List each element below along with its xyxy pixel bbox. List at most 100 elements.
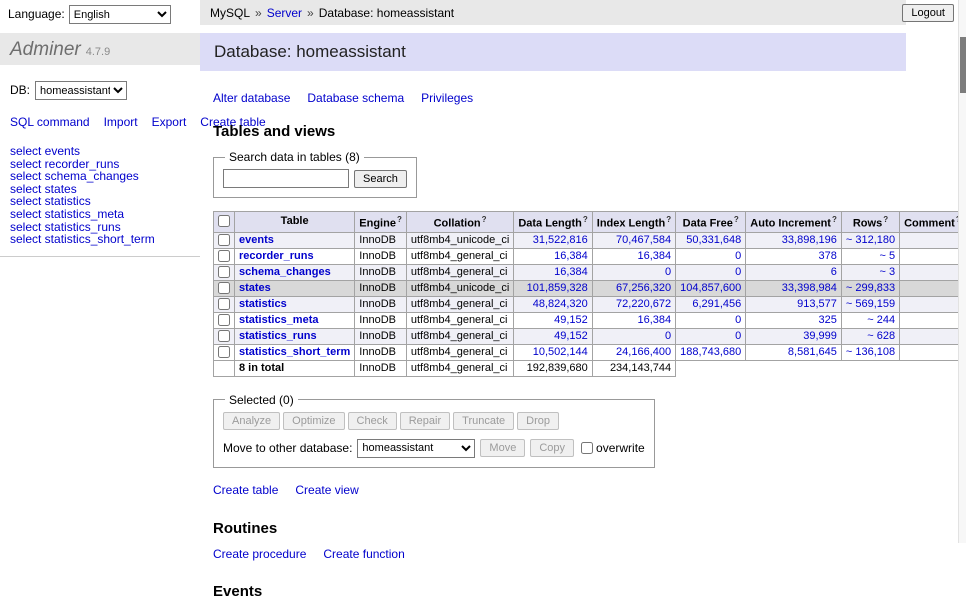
- table-link-statistics-runs[interactable]: statistics_runs: [239, 330, 317, 342]
- rows-cell: ~ 299,833: [841, 280, 899, 296]
- drop-button: Drop: [517, 412, 559, 430]
- total-data-length-cell: 192,839,680: [514, 360, 592, 376]
- comment-cell: [900, 312, 966, 328]
- row-checkbox-statistics-runs[interactable]: [218, 330, 230, 342]
- col-header-rows: Rows?: [841, 212, 899, 233]
- total-collation-cell: utf8mb4_general_ci: [406, 360, 513, 376]
- help-link[interactable]: ?: [397, 215, 402, 224]
- table-row: statisticsInnoDButf8mb4_general_ci48,824…: [214, 296, 966, 312]
- index-length-cell: 70,467,584: [592, 232, 675, 248]
- link-create-view[interactable]: Create view: [295, 483, 358, 497]
- help-link[interactable]: ?: [583, 215, 588, 224]
- data-length-cell: 101,859,328: [514, 280, 592, 296]
- app-version: 4.7.9: [86, 46, 110, 58]
- row-checkbox-statistics-meta[interactable]: [218, 314, 230, 326]
- engine-cell: InnoDB: [355, 248, 407, 264]
- optimize-button: Optimize: [283, 412, 344, 430]
- sidebar-item-select-schema-changes[interactable]: select schema_changes: [10, 170, 190, 183]
- link-create-procedure[interactable]: Create procedure: [213, 547, 306, 561]
- logout-button[interactable]: Logout: [902, 4, 954, 22]
- table-link-schema-changes[interactable]: schema_changes: [239, 266, 331, 278]
- data-length-cell: 49,152: [514, 328, 592, 344]
- help-link[interactable]: ?: [832, 215, 837, 224]
- comment-cell: [900, 280, 966, 296]
- link-create-table[interactable]: Create table: [213, 483, 278, 497]
- help-link[interactable]: ?: [666, 215, 671, 224]
- help-link[interactable]: ?: [482, 215, 487, 224]
- breadcrumb-server-link[interactable]: Server: [267, 6, 302, 20]
- sidebar-table-menu: select eventsselect recorder_runsselect …: [0, 145, 200, 257]
- db-action-privileges[interactable]: Privileges: [421, 91, 473, 105]
- db-select[interactable]: homeassistant: [35, 81, 127, 100]
- engine-cell: InnoDB: [355, 280, 407, 296]
- help-link[interactable]: ?: [734, 215, 739, 224]
- data-free-cell: 6,291,456: [676, 296, 746, 312]
- sidebar-item-select-statistics-short-term[interactable]: select statistics_short_term: [10, 233, 190, 246]
- search-input[interactable]: [223, 169, 349, 188]
- engine-cell: InnoDB: [355, 328, 407, 344]
- overwrite-checkbox[interactable]: [581, 442, 593, 454]
- row-checkbox-events[interactable]: [218, 234, 230, 246]
- sidebar-item-select-events[interactable]: select events: [10, 145, 190, 158]
- db-action-database-schema[interactable]: Database schema: [307, 91, 404, 105]
- sidebar-action-sql-command[interactable]: SQL command: [10, 115, 90, 129]
- breadcrumb-separator: »: [255, 6, 262, 20]
- col-header-auto-increment: Auto Increment?: [746, 212, 842, 233]
- row-checkbox-schema-changes[interactable]: [218, 266, 230, 278]
- move-button: Move: [480, 439, 525, 457]
- engine-cell: InnoDB: [355, 344, 407, 360]
- comment-cell: [900, 232, 966, 248]
- table-link-statistics-meta[interactable]: statistics_meta: [239, 314, 319, 326]
- sidebar-action-import[interactable]: Import: [104, 115, 138, 129]
- table-link-statistics[interactable]: statistics: [239, 298, 287, 310]
- collation-cell: utf8mb4_general_ci: [406, 312, 513, 328]
- sidebar-actions: SQL commandImportExportCreate table: [10, 114, 162, 131]
- overwrite-label: overwrite: [596, 441, 645, 455]
- top-bar: Language:English: [0, 0, 200, 26]
- table-link-statistics-short-term[interactable]: statistics_short_term: [239, 346, 350, 358]
- tables-overview-table: TableEngine?Collation?Data Length?Index …: [213, 211, 966, 377]
- help-link[interactable]: ?: [883, 215, 888, 224]
- db-action-alter-database[interactable]: Alter database: [213, 91, 290, 105]
- engine-cell: InnoDB: [355, 232, 407, 248]
- analyze-button: Analyze: [223, 412, 280, 430]
- data-free-cell: 50,331,648: [676, 232, 746, 248]
- move-db-select[interactable]: homeassistant: [357, 439, 475, 458]
- auto-increment-cell: 325: [746, 312, 842, 328]
- rows-cell: ~ 136,108: [841, 344, 899, 360]
- scrollbar-thumb[interactable]: [960, 37, 966, 93]
- row-checkbox-recorder-runs[interactable]: [218, 250, 230, 262]
- table-link-states[interactable]: states: [239, 282, 271, 294]
- row-checkbox-states[interactable]: [218, 282, 230, 294]
- routine-links: Create procedure Create function: [213, 547, 906, 561]
- truncate-button: Truncate: [453, 412, 514, 430]
- db-label: DB:: [10, 83, 30, 97]
- check-button: Check: [348, 412, 397, 430]
- total-index-length-cell: 234,143,744: [592, 360, 675, 376]
- table-link-recorder-runs[interactable]: recorder_runs: [239, 250, 314, 262]
- select-all-checkbox[interactable]: [218, 215, 230, 227]
- vertical-scrollbar[interactable]: [958, 0, 966, 543]
- breadcrumb-driver: MySQL: [210, 6, 250, 20]
- comment-cell: [900, 264, 966, 280]
- table-row: schema_changesInnoDButf8mb4_general_ci16…: [214, 264, 966, 280]
- link-create-function[interactable]: Create function: [323, 547, 404, 561]
- rows-cell: ~ 628: [841, 328, 899, 344]
- tables-section-title: Tables and views: [213, 123, 906, 140]
- main-panel: Database: homeassistant Alter databaseDa…: [200, 33, 906, 543]
- collation-cell: utf8mb4_general_ci: [406, 264, 513, 280]
- comment-cell: [900, 344, 966, 360]
- auto-increment-cell: 33,398,984: [746, 280, 842, 296]
- db-action-links: Alter database Database schema Privileges: [213, 91, 906, 105]
- sidebar-action-export[interactable]: Export: [152, 115, 187, 129]
- language-select[interactable]: English: [69, 5, 171, 24]
- sidebar-item-select-statistics-meta[interactable]: select statistics_meta: [10, 208, 190, 221]
- row-checkbox-statistics[interactable]: [218, 298, 230, 310]
- search-button[interactable]: Search: [354, 170, 407, 188]
- copy-button: Copy: [530, 439, 574, 457]
- table-link-events[interactable]: events: [239, 234, 274, 246]
- comment-cell: [900, 296, 966, 312]
- sidebar: Adminer4.7.9 DB:homeassistant SQL comman…: [0, 33, 200, 543]
- row-checkbox-statistics-short-term[interactable]: [218, 346, 230, 358]
- rows-cell: ~ 244: [841, 312, 899, 328]
